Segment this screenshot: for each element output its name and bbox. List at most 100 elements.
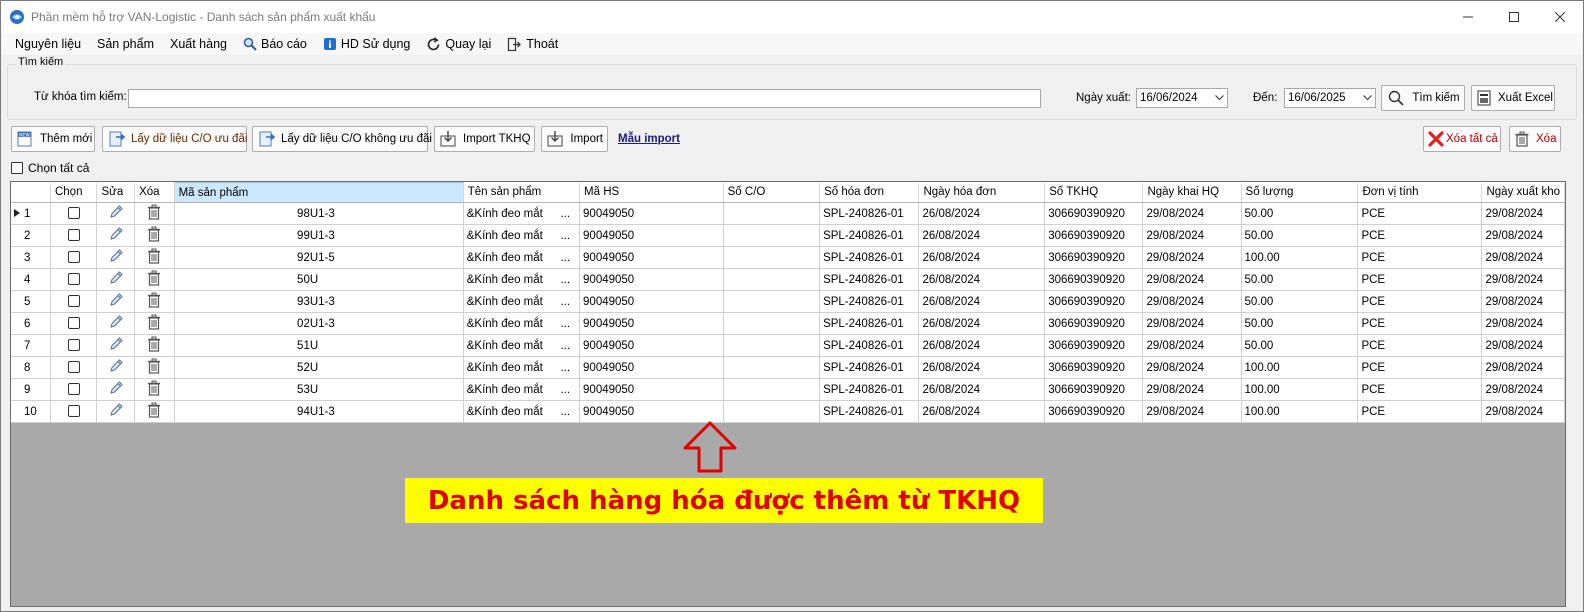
tkhq-number-cell[interactable]: 306690390920 [1044, 378, 1144, 401]
trash-icon[interactable] [147, 380, 161, 399]
delete-button[interactable]: Xóa [1509, 126, 1561, 152]
menu-quay-lai[interactable]: Quay lại [418, 33, 499, 55]
pencil-icon[interactable] [108, 249, 124, 267]
invoice-date-cell[interactable]: 26/08/2024 [918, 378, 1046, 401]
invoice-number-cell[interactable]: SPL-240826-01 [819, 290, 920, 313]
pencil-icon[interactable] [108, 293, 124, 311]
menu-thoat[interactable]: Thoát [499, 33, 566, 55]
edit-cell[interactable] [96, 334, 136, 357]
delete-cell[interactable] [134, 312, 175, 335]
hs-code-cell[interactable]: 90049050 [579, 334, 724, 357]
search-button[interactable]: Tìm kiếm [1381, 85, 1465, 111]
product-grid[interactable]: Chọn Sửa Xóa Mã sản phẩm Tên sản phẩm Mã… [10, 181, 1566, 607]
edit-cell[interactable] [96, 378, 136, 401]
product-name-cell[interactable]: &Kính đeo mắt... [463, 202, 581, 225]
pencil-icon[interactable] [108, 227, 124, 245]
row-checkbox[interactable] [67, 339, 80, 352]
hs-code-cell[interactable]: 90049050 [579, 378, 724, 401]
product-name-cell[interactable]: &Kính đeo mắt... [463, 400, 581, 423]
row-header[interactable]: 7 [11, 334, 51, 357]
tkhq-number-cell[interactable]: 306690390920 [1044, 312, 1144, 335]
co-number-cell[interactable] [723, 378, 821, 401]
product-code-cell[interactable]: 98U1-3 [289, 202, 464, 225]
quantity-cell[interactable]: 100.00 [1241, 378, 1359, 401]
row-checkbox[interactable] [67, 383, 80, 396]
row-select-cell[interactable] [50, 312, 98, 335]
declare-date-cell[interactable]: 29/08/2024 [1142, 202, 1242, 225]
tkhq-number-cell[interactable]: 306690390920 [1044, 224, 1144, 247]
pencil-icon[interactable] [108, 381, 124, 399]
trash-icon[interactable] [147, 292, 161, 311]
pencil-icon[interactable] [108, 315, 124, 333]
table-row[interactable]: 1 98U1-3 &Kính đeo mắt... 90049050 SPL-24082… [11, 202, 1565, 225]
edit-cell[interactable] [96, 268, 136, 291]
product-name-cell[interactable]: &Kính đeo mắt... [463, 290, 581, 313]
hs-code-cell[interactable]: 90049050 [579, 356, 724, 379]
hs-code-cell[interactable]: 90049050 [579, 312, 724, 335]
trash-icon[interactable] [147, 336, 161, 355]
close-icon[interactable] [1537, 1, 1583, 33]
quantity-cell[interactable]: 50.00 [1241, 224, 1359, 247]
unit-cell[interactable]: PCE [1357, 268, 1483, 291]
delete-cell[interactable] [134, 268, 175, 291]
quantity-cell[interactable]: 50.00 [1241, 290, 1359, 313]
row-header[interactable]: 9 [11, 378, 51, 401]
row-checkbox[interactable] [67, 317, 80, 330]
minimize-icon[interactable] [1445, 1, 1491, 33]
invoice-date-cell[interactable]: 26/08/2024 [918, 356, 1046, 379]
table-row[interactable]: 6 02U1-3 &Kính đeo mắt... 90049050 SPL-24082… [11, 312, 1565, 335]
menu-xuat-hang[interactable]: Xuất hàng [162, 33, 235, 55]
col-header-ngay-xuat-kho[interactable]: Ngày xuất kho [1481, 182, 1565, 203]
tkhq-number-cell[interactable]: 306690390920 [1044, 202, 1144, 225]
keyword-input[interactable] [128, 89, 1041, 108]
export-date-cell[interactable]: 29/08/2024 [1481, 378, 1565, 401]
export-excel-button[interactable]: Xuất Excel [1471, 85, 1555, 111]
hs-code-cell[interactable]: 90049050 [579, 224, 724, 247]
hs-code-cell[interactable]: 90049050 [579, 246, 724, 269]
product-name-cell[interactable]: &Kính đeo mắt... [463, 334, 581, 357]
co-number-cell[interactable] [723, 246, 821, 269]
row-header[interactable]: 5 [11, 290, 51, 313]
export-date-cell[interactable]: 29/08/2024 [1481, 400, 1565, 423]
table-row[interactable]: 5 93U1-3 &Kính đeo mắt... 90049050 SPL-24082… [11, 290, 1565, 313]
trash-icon[interactable] [147, 314, 161, 333]
edit-cell[interactable] [96, 312, 136, 335]
co-number-cell[interactable] [723, 400, 821, 423]
delete-cell[interactable] [134, 356, 175, 379]
table-row[interactable]: 2 99U1-3 &Kính đeo mắt... 90049050 SPL-24082… [11, 224, 1565, 247]
import-template-link[interactable]: Mẫu import [618, 133, 680, 145]
quantity-cell[interactable]: 50.00 [1241, 268, 1359, 291]
table-row[interactable]: 3 92U1-5 &Kính đeo mắt... 90049050 SPL-24082… [11, 246, 1565, 269]
col-header-don-vi-tinh[interactable]: Đơn vị tính [1357, 182, 1483, 203]
col-header-ngay-khai-hq[interactable]: Ngày khai HQ [1142, 182, 1242, 203]
col-header-ma-hs[interactable]: Mã HS [579, 182, 724, 203]
edit-cell[interactable] [96, 400, 136, 423]
delete-cell[interactable] [134, 334, 175, 357]
product-code-cell[interactable]: 92U1-5 [289, 246, 464, 269]
product-code-cell[interactable]: 53U [289, 378, 464, 401]
product-name-cell[interactable]: &Kính đeo mắt... [463, 268, 581, 291]
export-date-cell[interactable]: 29/08/2024 [1481, 268, 1565, 291]
col-header-so-tkhq[interactable]: Số TKHQ [1044, 182, 1144, 203]
delete-cell[interactable] [134, 246, 175, 269]
trash-icon[interactable] [147, 358, 161, 377]
invoice-number-cell[interactable]: SPL-240826-01 [819, 224, 920, 247]
row-select-cell[interactable] [50, 224, 98, 247]
quantity-cell[interactable]: 100.00 [1241, 400, 1359, 423]
declare-date-cell[interactable]: 29/08/2024 [1142, 356, 1242, 379]
hs-code-cell[interactable]: 90049050 [579, 290, 724, 313]
tkhq-number-cell[interactable]: 306690390920 [1044, 334, 1144, 357]
menu-bao-cao[interactable]: Báo cáo [235, 33, 315, 55]
trash-icon[interactable] [147, 248, 161, 267]
pencil-icon[interactable] [108, 359, 124, 377]
import-button[interactable]: Import [541, 126, 608, 152]
invoice-date-cell[interactable]: 26/08/2024 [918, 224, 1046, 247]
trash-icon[interactable] [147, 204, 161, 223]
hs-code-cell[interactable]: 90049050 [579, 268, 724, 291]
product-code-cell[interactable]: 99U1-3 [289, 224, 464, 247]
invoice-date-cell[interactable]: 26/08/2024 [918, 268, 1046, 291]
export-date-cell[interactable]: 29/08/2024 [1481, 224, 1565, 247]
invoice-date-cell[interactable]: 26/08/2024 [918, 334, 1046, 357]
col-header-ma-san-pham[interactable]: Mã sản phẩm [173, 182, 464, 203]
trash-icon[interactable] [147, 270, 161, 289]
